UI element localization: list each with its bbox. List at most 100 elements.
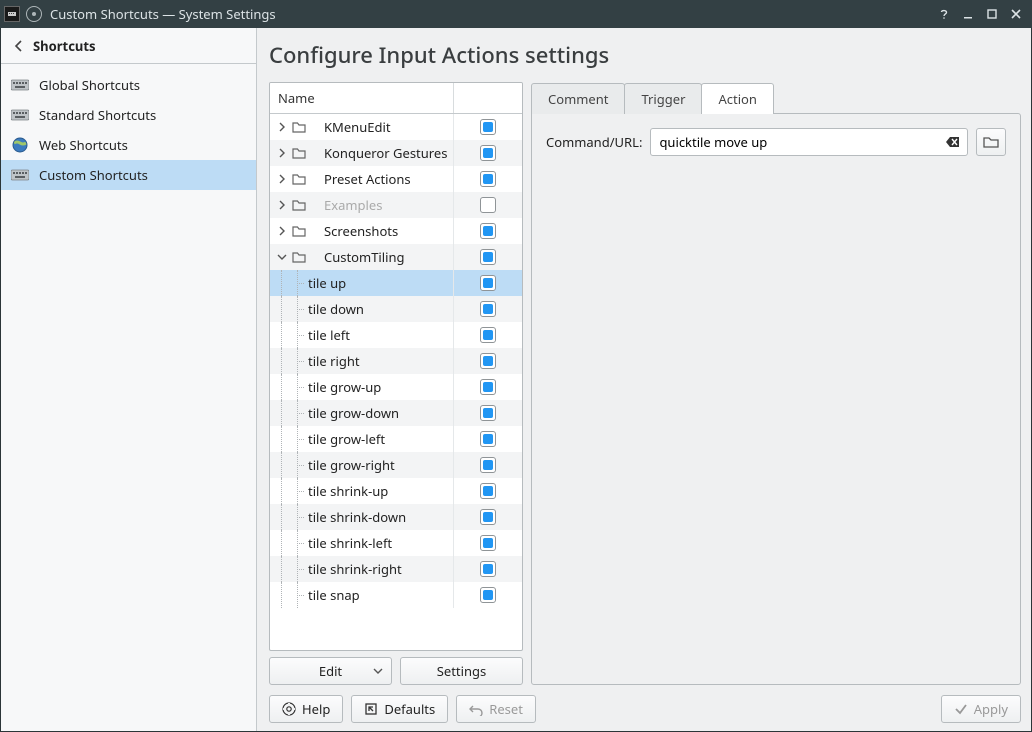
command-url-input-wrap — [650, 128, 968, 156]
checkbox[interactable] — [480, 301, 496, 317]
tab[interactable]: Comment — [531, 83, 625, 114]
checkbox[interactable] — [480, 353, 496, 369]
check-icon — [954, 702, 968, 716]
settings-button[interactable]: Settings — [400, 657, 523, 685]
checkbox[interactable] — [480, 249, 496, 265]
tree-item-label: tile snap — [308, 586, 360, 604]
tree-item[interactable]: tile grow-right — [270, 452, 522, 478]
keyboard-icon — [11, 168, 29, 182]
tree-item[interactable]: tile up — [270, 270, 522, 296]
checkbox[interactable] — [480, 197, 496, 213]
sidebar-item[interactable]: Global Shortcuts — [1, 70, 256, 100]
checkbox[interactable] — [480, 405, 496, 421]
tree-item[interactable]: tile shrink-right — [270, 556, 522, 582]
tree-group[interactable]: Konqueror Gestures — [270, 140, 522, 166]
sidebar-item[interactable]: Custom Shortcuts — [1, 160, 256, 190]
reset-button-label: Reset — [489, 700, 523, 718]
tree-column-check — [454, 83, 522, 113]
checkbox[interactable] — [480, 379, 496, 395]
tree-group[interactable]: KMenuEdit — [270, 114, 522, 140]
tree-group-label: CustomTiling — [324, 248, 405, 266]
pin-icon[interactable] — [26, 6, 42, 22]
defaults-button-label: Defaults — [384, 700, 435, 718]
folder-icon — [292, 121, 306, 133]
back-icon[interactable] — [11, 38, 27, 54]
tree-group-label: Preset Actions — [324, 170, 411, 188]
checkbox[interactable] — [480, 119, 496, 135]
folder-icon — [292, 199, 306, 211]
tree-item[interactable]: tile grow-up — [270, 374, 522, 400]
tree-item-label: tile left — [308, 326, 350, 344]
checkbox[interactable] — [480, 275, 496, 291]
defaults-button[interactable]: Defaults — [351, 695, 448, 723]
checkbox[interactable] — [480, 509, 496, 525]
tree-item[interactable]: tile left — [270, 322, 522, 348]
folder-icon — [292, 173, 306, 185]
tree-item[interactable]: tile grow-left — [270, 426, 522, 452]
reset-button[interactable]: Reset — [456, 695, 536, 723]
tree-group[interactable]: Screenshots — [270, 218, 522, 244]
checkbox[interactable] — [480, 431, 496, 447]
tree-item-label: tile shrink-up — [308, 482, 388, 500]
tree-item-label: tile grow-left — [308, 430, 385, 448]
command-url-input[interactable] — [659, 133, 939, 151]
tab-action-body: Command/URL: — [531, 113, 1021, 685]
folder-icon — [292, 251, 306, 263]
tree-column-name[interactable]: Name — [270, 83, 454, 113]
tree-group-label: Examples — [324, 196, 382, 214]
checkbox[interactable] — [480, 171, 496, 187]
folder-icon — [292, 225, 306, 237]
tree-item[interactable]: tile grow-down — [270, 400, 522, 426]
tree-item[interactable]: tile snap — [270, 582, 522, 608]
expander-icon[interactable] — [276, 122, 288, 132]
tree-group[interactable]: CustomTiling — [270, 244, 522, 270]
tab[interactable]: Trigger — [624, 83, 702, 114]
clear-input-icon[interactable] — [945, 134, 961, 150]
help-titlebar-button[interactable] — [932, 3, 956, 25]
page-title: Configure Input Actions settings — [269, 36, 1021, 76]
apply-button[interactable]: Apply — [941, 695, 1021, 723]
checkbox[interactable] — [480, 587, 496, 603]
checkbox[interactable] — [480, 535, 496, 551]
maximize-button[interactable] — [980, 3, 1004, 25]
close-button[interactable] — [1004, 3, 1028, 25]
tree-item[interactable]: tile shrink-down — [270, 504, 522, 530]
tree-group[interactable]: Examples — [270, 192, 522, 218]
checkbox[interactable] — [480, 327, 496, 343]
command-url-label: Command/URL: — [546, 128, 642, 151]
tree-item[interactable]: tile shrink-left — [270, 530, 522, 556]
sidebar-item[interactable]: Standard Shortcuts — [1, 100, 256, 130]
checkbox[interactable] — [480, 483, 496, 499]
expander-icon[interactable] — [276, 252, 288, 262]
expander-icon[interactable] — [276, 148, 288, 158]
tree-item-label: tile down — [308, 300, 364, 318]
tree-item-label: tile up — [308, 274, 346, 292]
sidebar-item-label: Global Shortcuts — [39, 76, 140, 94]
browse-button[interactable] — [976, 128, 1006, 156]
tree-item[interactable]: tile shrink-up — [270, 478, 522, 504]
tree-group-label: Screenshots — [324, 222, 398, 240]
chevron-down-icon — [373, 668, 383, 674]
sidebar-item[interactable]: Web Shortcuts — [1, 130, 256, 160]
tree-group[interactable]: Preset Actions — [270, 166, 522, 192]
help-button[interactable]: Help — [269, 695, 343, 723]
tree-item-label: tile shrink-left — [308, 534, 392, 552]
expander-icon[interactable] — [276, 200, 288, 210]
checkbox[interactable] — [480, 561, 496, 577]
checkbox[interactable] — [480, 223, 496, 239]
sidebar-item-label: Web Shortcuts — [39, 136, 128, 154]
minimize-button[interactable] — [956, 3, 980, 25]
tree-item[interactable]: tile right — [270, 348, 522, 374]
checkbox[interactable] — [480, 145, 496, 161]
folder-icon — [292, 147, 306, 159]
settings-button-label: Settings — [437, 662, 486, 680]
expander-icon[interactable] — [276, 226, 288, 236]
tab[interactable]: Action — [701, 83, 774, 114]
expander-icon[interactable] — [276, 174, 288, 184]
edit-dropdown[interactable]: Edit — [269, 657, 392, 685]
tree-item-label: tile grow-right — [308, 456, 395, 474]
edit-dropdown-label: Edit — [319, 662, 342, 680]
help-button-label: Help — [302, 700, 330, 718]
tree-item[interactable]: tile down — [270, 296, 522, 322]
checkbox[interactable] — [480, 457, 496, 473]
